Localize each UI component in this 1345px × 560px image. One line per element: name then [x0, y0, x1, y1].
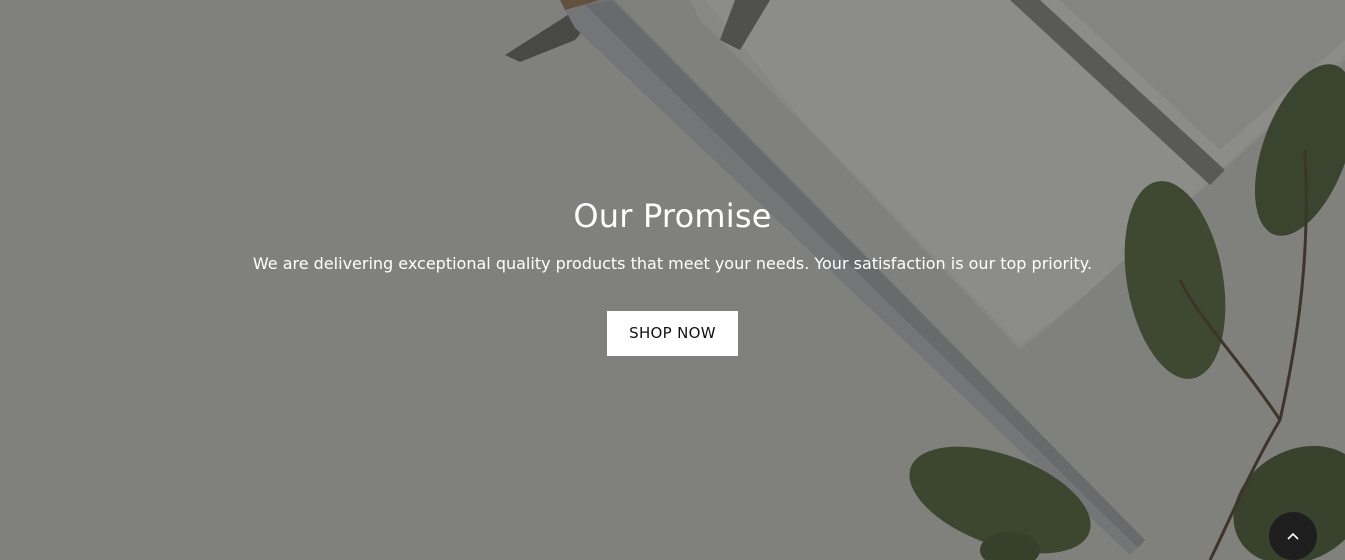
- shop-now-button[interactable]: SHOP NOW: [607, 311, 738, 356]
- hero-content: Our Promise We are delivering exceptiona…: [0, 196, 1345, 356]
- hero-banner: Our Promise We are delivering exceptiona…: [0, 0, 1345, 560]
- chevron-up-icon: [1287, 532, 1299, 540]
- hero-description: We are delivering exceptional quality pr…: [252, 254, 1093, 273]
- hero-title: Our Promise: [573, 197, 772, 235]
- scroll-to-top-button[interactable]: [1269, 512, 1317, 560]
